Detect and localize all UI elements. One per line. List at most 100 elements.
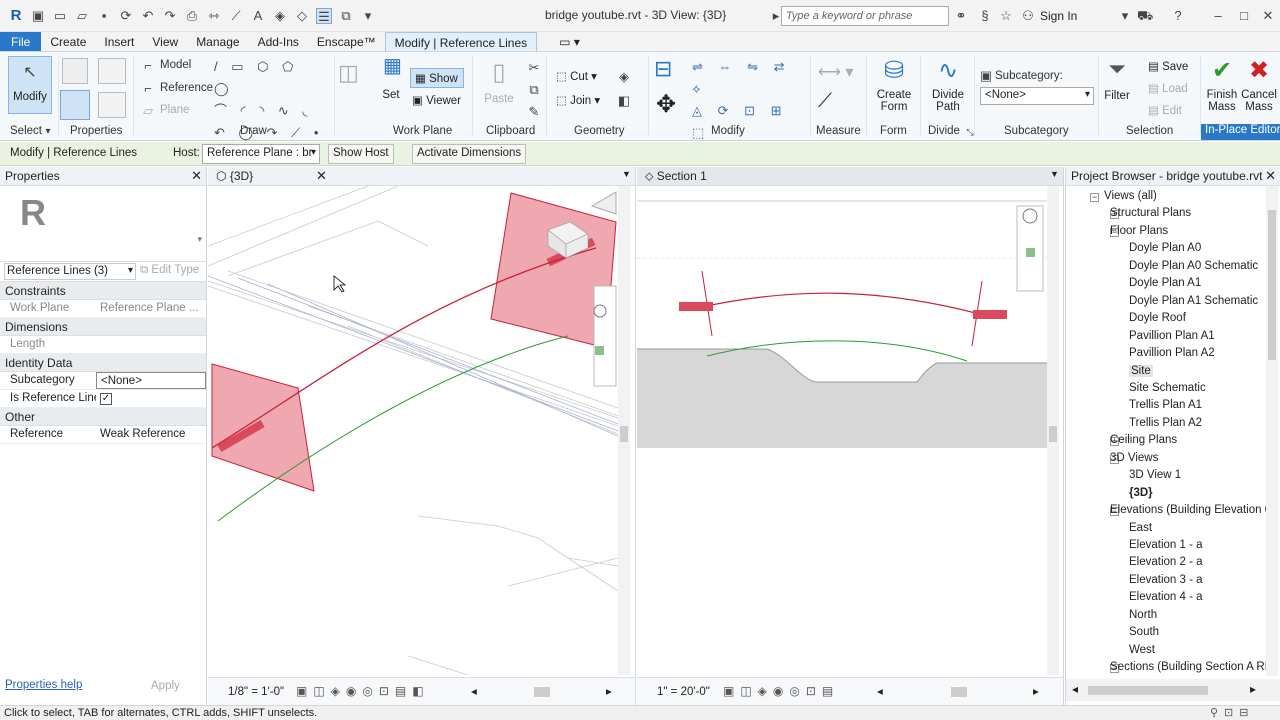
redo-icon[interactable]: ↷ <box>162 8 178 24</box>
view-control-icons[interactable]: ▣◫◈◉◎⊡▤ <box>723 684 839 698</box>
browser-tree-item[interactable]: Sections (Building Section A RE <box>1110 661 1266 673</box>
user-icon[interactable]: ⚇ <box>1020 8 1036 24</box>
folder-icon[interactable]: ▱ <box>74 8 90 24</box>
tab-create[interactable]: Create <box>41 32 95 51</box>
edit-selection-button[interactable]: ▤ Edit <box>1148 103 1182 117</box>
browser-tree-item[interactable]: 3D View 1 <box>1129 469 1181 481</box>
filter-button[interactable]: ⏷ Filter <box>1100 56 1134 108</box>
binoculars-icon[interactable]: ⚭ <box>953 8 969 24</box>
cart-icon[interactable]: ⛟ <box>1137 8 1153 24</box>
vertical-scrollbar[interactable] <box>1047 186 1059 675</box>
close-icon[interactable]: ✕ <box>316 168 327 184</box>
scroll-left-icon[interactable]: ◂ <box>1072 682 1078 696</box>
scale-label[interactable]: 1" = 20'-0" <box>657 686 710 698</box>
section-icon[interactable]: ◇ <box>294 8 310 24</box>
scroll-right-icon[interactable]: ▸ <box>1033 684 1039 698</box>
join-button[interactable]: ⬚ Join ▾ <box>556 93 600 107</box>
browser-tree-item[interactable]: Site Schematic <box>1129 382 1206 394</box>
geometry-tool-icon[interactable]: ◈ <box>616 69 632 85</box>
instance-selector[interactable]: Reference Lines (3) ▾ <box>4 263 136 280</box>
edit-type-button[interactable]: ⧉ Edit Type <box>140 264 199 277</box>
close-icon[interactable]: ✕ <box>1260 8 1276 24</box>
browser-tree-item[interactable]: Elevation 3 - a <box>1129 574 1203 586</box>
tab-modify-reference-lines[interactable]: Modify | Reference Lines <box>384 32 538 51</box>
subscription-icon[interactable]: § <box>977 8 993 24</box>
draw-plane-button[interactable]: Plane <box>160 104 189 116</box>
draw-tools-grid[interactable]: / ▭ ⬡ ⬠ ◯ ⌒ ◜ ◝ ∿ ◟ ↶ ◯ ↷ ⟋ • <box>214 56 326 140</box>
align-icon[interactable]: ⊟ <box>654 56 672 82</box>
type-properties-button[interactable] <box>98 58 126 84</box>
group-other[interactable]: Other <box>0 408 206 426</box>
ribbon-options-dropdown[interactable]: ▭ ▾ <box>537 32 589 51</box>
scroll-right-icon[interactable]: ▸ <box>606 684 612 698</box>
zoom-icon[interactable] <box>595 346 604 355</box>
browser-tree-item[interactable]: Ceiling Plans <box>1110 434 1177 446</box>
app-grid-icon[interactable]: ▣ <box>30 8 46 24</box>
navigation-bar[interactable] <box>593 285 617 387</box>
horizontal-scrollbar[interactable]: ◂ ▸ <box>1066 679 1280 701</box>
tab-enscape[interactable]: Enscape™ <box>308 32 385 51</box>
vertical-scrollbar[interactable] <box>1266 186 1278 676</box>
scroll-left-icon[interactable]: ◂ <box>877 684 883 698</box>
section-tab[interactable]: ⬦ Section 1 ▼ <box>637 167 1063 186</box>
apply-button[interactable]: Apply <box>151 680 180 692</box>
browser-tree-item[interactable]: Elevation 2 - a <box>1129 556 1203 568</box>
group-identity-data[interactable]: Identity Data <box>0 354 206 372</box>
tab-insert[interactable]: Insert <box>95 32 143 51</box>
paint-icon[interactable]: ◧ <box>616 93 632 109</box>
view-menu-icon[interactable]: ▼ <box>1050 169 1059 179</box>
draw-reference-button[interactable]: Reference <box>160 82 213 94</box>
scroll-thumb[interactable] <box>620 426 628 442</box>
show-workplane-button[interactable]: ▦ Show <box>410 68 464 88</box>
panel-title-select[interactable]: Select <box>10 125 42 137</box>
subcategory-select[interactable]: <None> ▾ <box>980 87 1094 105</box>
tab-file[interactable]: File <box>0 32 42 51</box>
scroll-right-icon[interactable]: ▸ <box>1250 682 1256 696</box>
save-icon[interactable]: ▪ <box>96 8 112 24</box>
section-red-curve[interactable] <box>696 292 988 317</box>
text-icon[interactable]: A <box>250 8 266 24</box>
is-reference-line-checkbox[interactable]: ✓ <box>96 390 206 407</box>
save-selection-button[interactable]: ▤ Save <box>1148 59 1188 73</box>
browser-tree-item[interactable]: Doyle Plan A1 <box>1129 277 1201 289</box>
group-dimensions[interactable]: Dimensions <box>0 318 206 336</box>
zoom-icon[interactable] <box>1026 248 1035 257</box>
browser-tree-item[interactable]: Elevation 4 - a <box>1129 591 1203 603</box>
favorites-icon[interactable]: ☆ <box>998 8 1014 24</box>
properties-help-link[interactable]: Properties help <box>5 679 82 691</box>
maximize-icon[interactable]: □ <box>1236 8 1252 24</box>
scale-label[interactable]: 1/8" = 1'-0" <box>228 686 284 698</box>
sign-in-dropdown-icon[interactable]: ▾ <box>1117 8 1133 24</box>
browser-tree-item[interactable]: Doyle Plan A0 Schematic <box>1129 260 1258 272</box>
status-icons[interactable]: ⚲⊡⊟ <box>1210 706 1255 719</box>
cancel-mass-button[interactable]: ✖ Cancel Mass <box>1240 56 1278 122</box>
browser-tree-item[interactable]: Floor Plans <box>1110 225 1168 237</box>
reference-line-icon[interactable]: ⌐ <box>140 81 156 97</box>
browser-tree-item[interactable]: Doyle Roof <box>1129 312 1186 324</box>
measure-distance-icon[interactable]: ⟷ ▾ <box>818 62 853 82</box>
tab-view[interactable]: View <box>143 32 187 51</box>
scroll-thumb[interactable] <box>1049 426 1057 442</box>
browser-tree-item[interactable]: Doyle Plan A0 <box>1129 242 1201 254</box>
browser-tree-item[interactable]: East <box>1129 522 1152 534</box>
view-3d-tab[interactable]: ⬡ {3D} ✕ ▼ <box>208 167 635 186</box>
surface-icon[interactable]: ◫ <box>338 60 359 86</box>
browser-tree-item[interactable]: North <box>1129 609 1157 621</box>
set-workplane-button[interactable]: ▦ Set <box>376 56 406 108</box>
print-icon[interactable]: ⎙ <box>184 8 200 24</box>
view-menu-icon[interactable]: ▼ <box>622 169 631 179</box>
browser-tree-item[interactable]: Structural Plans <box>1110 207 1191 219</box>
match-type-icon[interactable]: ✎ <box>526 104 542 120</box>
sync-icon[interactable]: ⟳ <box>118 8 134 24</box>
help-icon[interactable]: ? <box>1170 8 1186 24</box>
search-input[interactable]: Type a keyword or phrase <box>781 6 949 26</box>
scroll-thumb[interactable] <box>1268 210 1276 360</box>
finish-mass-button[interactable]: ✔ Finish Mass <box>1204 56 1240 122</box>
horizontal-scroll-thumb[interactable] <box>951 687 967 697</box>
tab-manage[interactable]: Manage <box>187 32 248 51</box>
scissors-icon[interactable]: ✂ <box>526 60 542 76</box>
undo-icon[interactable]: ↶ <box>140 8 156 24</box>
property-value[interactable]: Weak Reference <box>96 426 206 443</box>
minimize-icon[interactable]: – <box>1210 8 1226 24</box>
measure-icon[interactable]: ⇿ <box>206 8 222 24</box>
